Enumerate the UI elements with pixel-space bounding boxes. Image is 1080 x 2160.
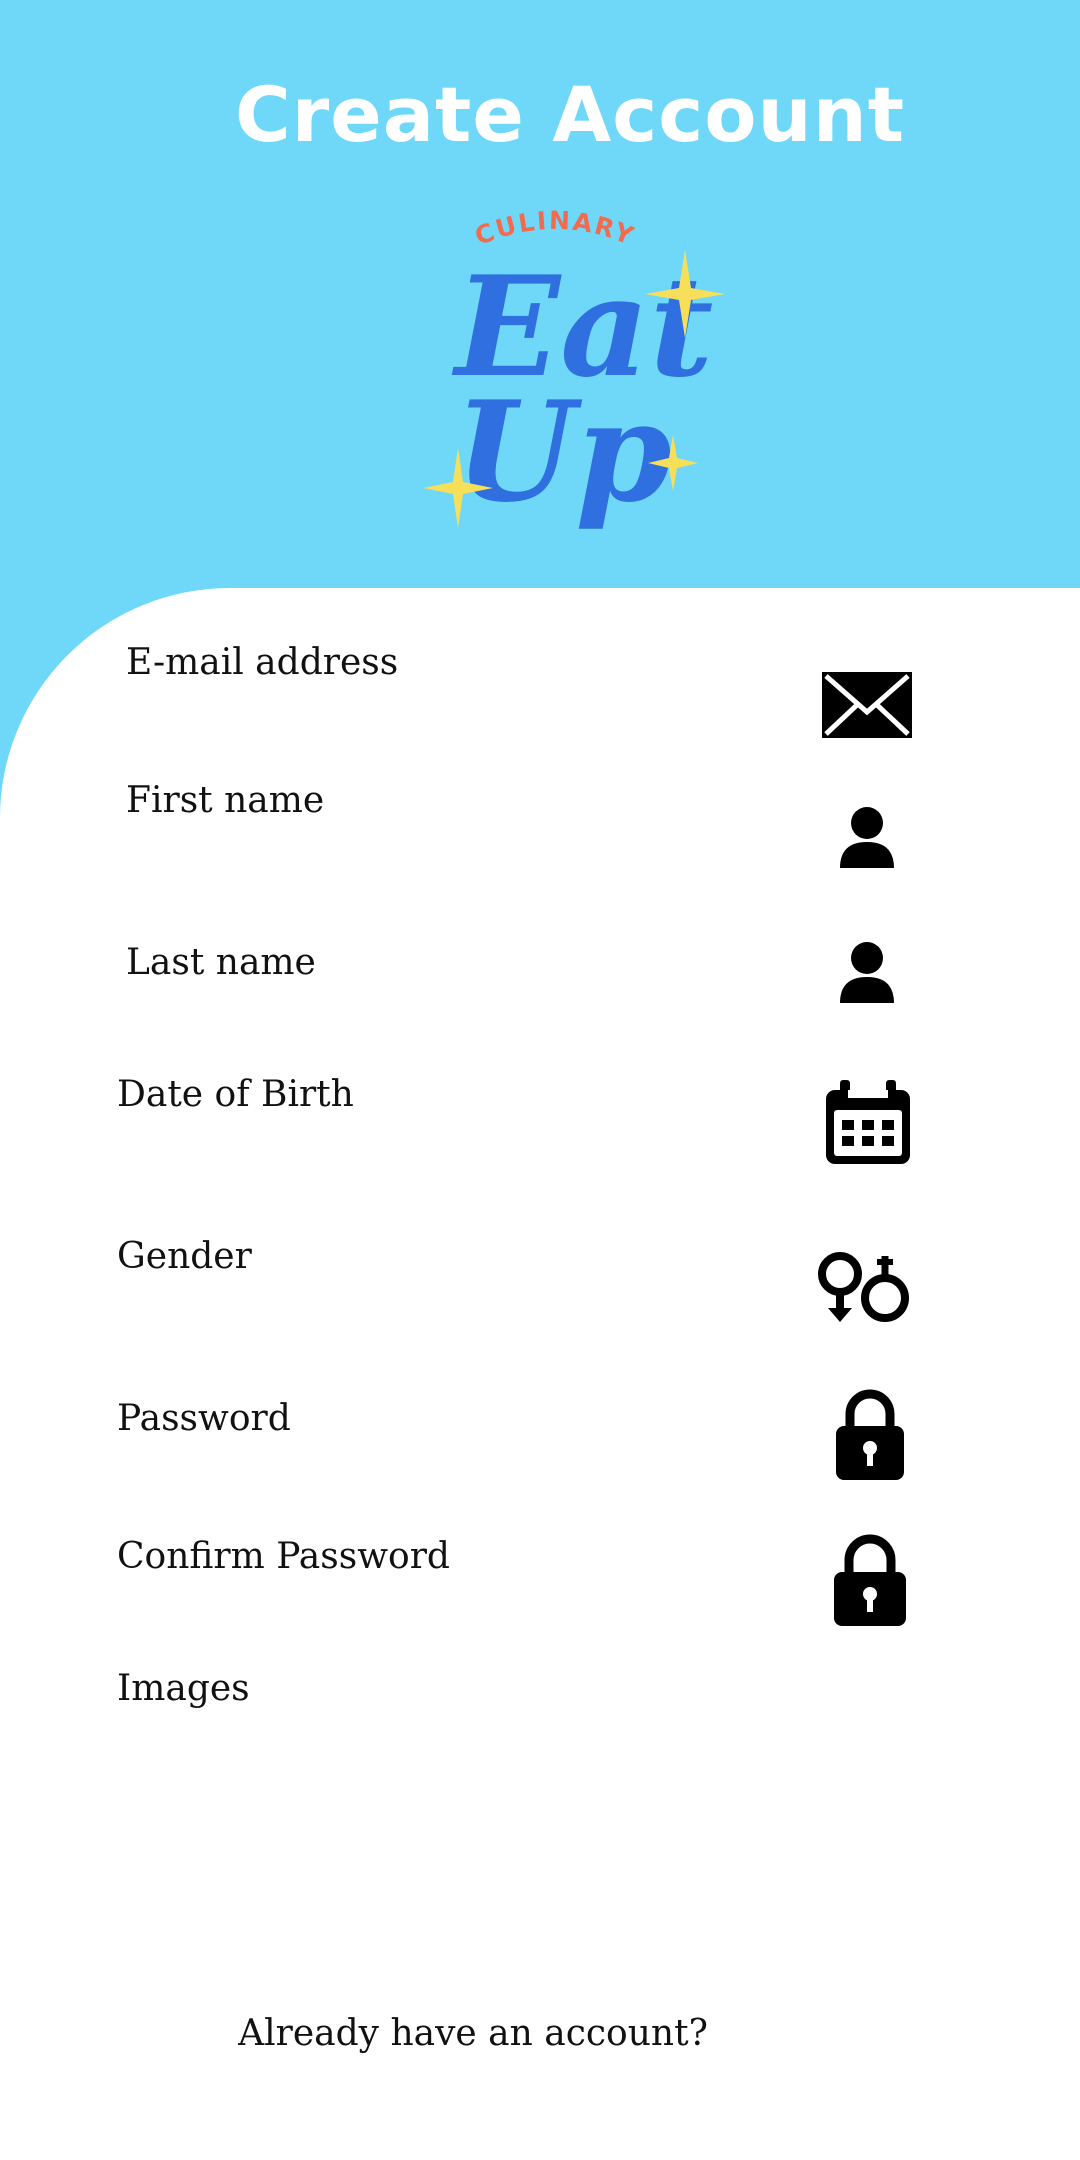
- form-sheet: [0, 588, 1080, 2160]
- already-have-account-link[interactable]: Already have an account?: [0, 2013, 946, 2054]
- last-name-label[interactable]: Last name: [126, 942, 316, 983]
- password-label[interactable]: Password: [117, 1398, 291, 1439]
- person-icon: [840, 806, 894, 868]
- lock-icon: [834, 1532, 906, 1626]
- page-title: Create Account: [234, 70, 906, 159]
- calendar-icon: [826, 1080, 910, 1164]
- envelope-icon: [822, 672, 912, 738]
- first-name-label[interactable]: First name: [126, 780, 324, 821]
- images-label[interactable]: Images: [117, 1668, 250, 1709]
- email-label[interactable]: E-mail address: [126, 642, 398, 683]
- date-of-birth-label[interactable]: Date of Birth: [117, 1074, 354, 1115]
- header-banner: Create Account CULINARY Eat Up: [0, 0, 1080, 588]
- lock-icon: [836, 1388, 904, 1480]
- confirm-password-label[interactable]: Confirm Password: [117, 1536, 450, 1577]
- gender-label[interactable]: Gender: [117, 1236, 252, 1277]
- logo-word-up: Up: [455, 370, 672, 533]
- person-icon: [840, 941, 894, 1003]
- eat-up-logo: CULINARY Eat Up: [423, 210, 725, 533]
- gender-icon: [818, 1252, 910, 1324]
